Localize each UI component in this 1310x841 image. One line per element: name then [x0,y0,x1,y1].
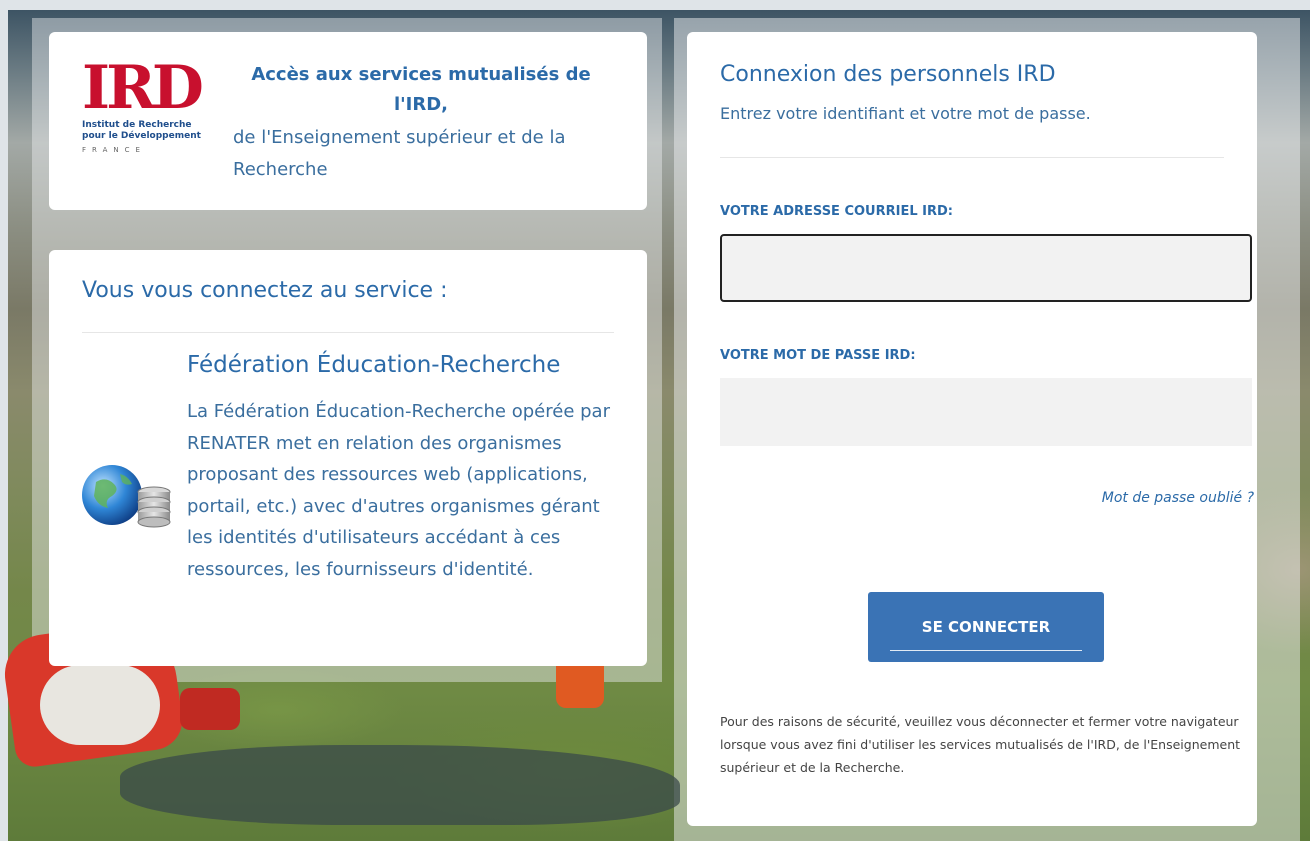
service-card: Vous vous connectez au service : Fédérat… [49,250,647,666]
globe-database-icon [82,462,176,532]
divider [720,157,1224,158]
header-title: Accès aux services mutualisés de l'IRD, [251,64,591,115]
login-subtitle: Entrez votre identifiant et votre mot de… [720,104,1091,123]
header-subtitle: de l'Enseignement supérieur et de la Rec… [233,127,566,180]
ird-logo[interactable]: IRD Institut de Recherche pour le Dévelo… [82,56,212,166]
password-label: VOTRE MOT DE PASSE IRD: [720,348,916,363]
service-description: La Fédération Éducation-Recherche opérée… [187,401,610,580]
button-underline [890,650,1082,651]
email-label: VOTRE ADRESSE COURRIEL IRD: [720,204,953,219]
login-title: Connexion des personnels IRD [720,62,1056,87]
logo-mark: IRD [82,53,204,123]
background-pond [120,745,680,825]
login-card: Connexion des personnels IRD Entrez votr… [687,32,1257,826]
login-button[interactable]: SE CONNECTER [868,592,1104,662]
background-person-detail [40,665,160,745]
service-name: Fédération Éducation-Recherche [187,352,561,378]
logo-country: FRANCE [82,146,146,154]
background-bag [180,688,240,730]
divider [82,332,614,333]
logo-card: IRD Institut de Recherche pour le Dévelo… [49,32,647,210]
background-pole [556,666,604,708]
password-field[interactable] [720,378,1252,446]
security-notice: Pour des raisons de sécurité, veuillez v… [720,714,1241,775]
login-button-label: SE CONNECTER [921,618,1051,636]
email-field[interactable] [720,234,1252,302]
service-heading: Vous vous connectez au service : [82,278,448,303]
logo-line-2: pour le Développement [82,131,201,141]
forgot-password-link[interactable]: Mot de passe oublié ? [1102,490,1254,506]
